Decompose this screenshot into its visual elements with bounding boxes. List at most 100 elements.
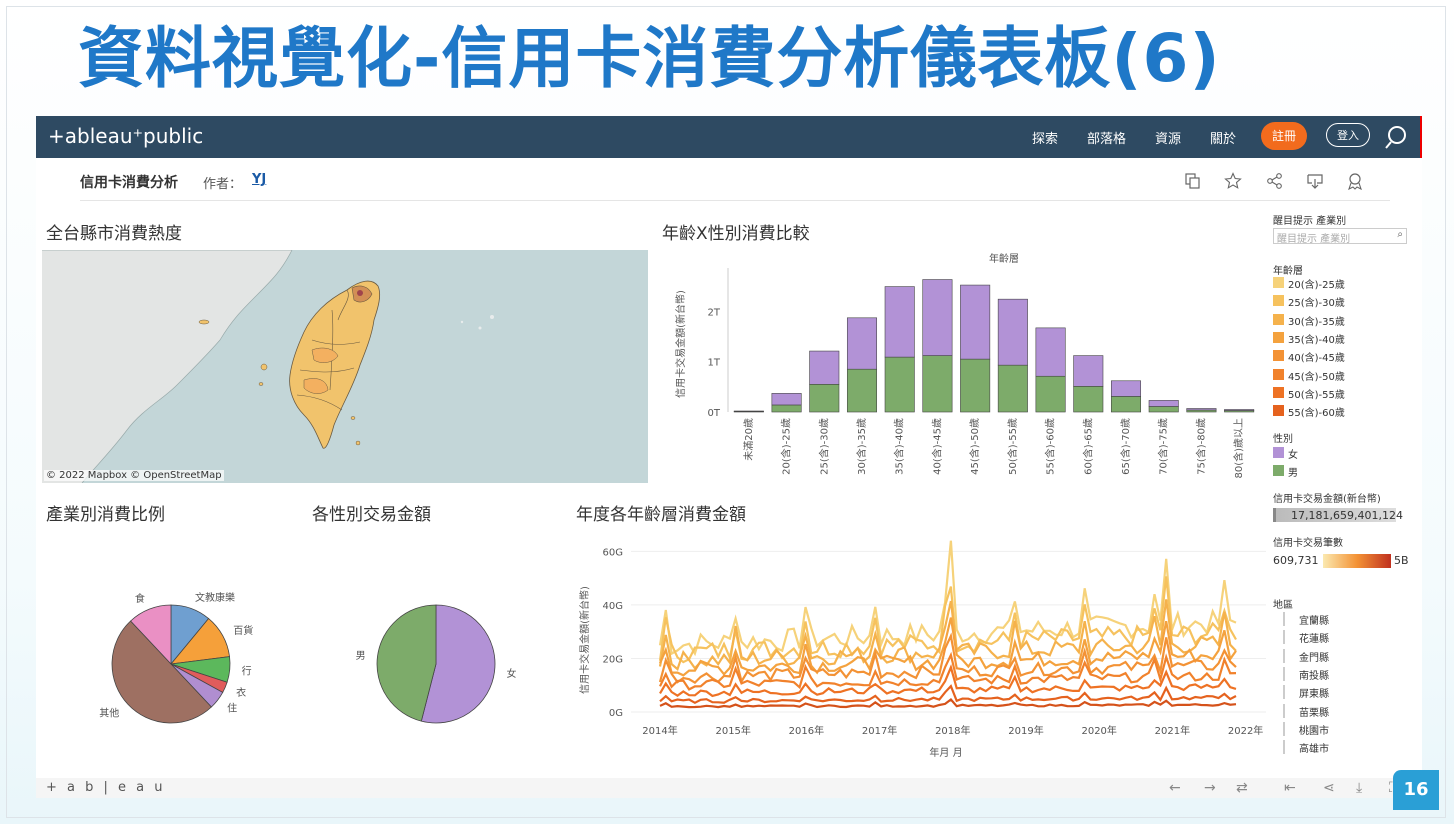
reset-icon[interactable]: ⇤	[1284, 780, 1296, 796]
badge-icon[interactable]	[1346, 172, 1364, 190]
tableau-public-logo[interactable]: +ableau⁺public	[48, 124, 203, 148]
pie-label: 男	[356, 650, 366, 662]
bar-segment[interactable]	[960, 284, 991, 360]
age-series-line[interactable]	[659, 684, 1237, 705]
gender-pie-chart[interactable]: 女男	[356, 566, 556, 766]
legend-swatch	[1273, 405, 1284, 417]
bar-segment[interactable]	[1035, 327, 1066, 377]
bar-segment[interactable]	[1110, 380, 1142, 397]
footer-tableau-logo[interactable]: + a b | e a u	[46, 780, 166, 795]
age-line-chart[interactable]: 信用卡交易金額(新台幣) 0G 20G 40G 60G 2014年 2015年 2016年…	[576, 528, 1266, 768]
tableau-footer: + a b | e a u ← → ⇄ ⇤ ⋖ ⤓ ⛶	[36, 778, 1422, 798]
pie-industry-title: 產業別消費比例	[46, 505, 165, 525]
download-icon[interactable]: ⤓	[1356, 780, 1362, 796]
region-legend-item[interactable]: 宜蘭縣	[1283, 612, 1329, 627]
login-button[interactable]: 登入	[1326, 123, 1370, 147]
bar-segment[interactable]	[1035, 375, 1066, 413]
kinmen[interactable]	[198, 319, 210, 325]
age-legend-title: 年齡層	[1273, 266, 1303, 277]
search-icon[interactable]: ⌕	[1397, 229, 1403, 240]
industry-filter-input[interactable]: 醒目提示 產業別 ⌕	[1273, 228, 1407, 245]
download-icon[interactable]	[1306, 172, 1324, 190]
bar-segment[interactable]	[1148, 406, 1179, 413]
page-number: 16	[1393, 770, 1439, 810]
nav-resources[interactable]: 資源	[1155, 128, 1181, 147]
age-legend: 20(含)-25歲 25(含)-30歲 30(含)-35歲 35(含)-40歲 40(含…	[1273, 276, 1413, 419]
line-x-tick: 2015年	[715, 724, 750, 737]
pie-label: 衣	[236, 686, 246, 699]
bar-segment[interactable]	[846, 368, 878, 413]
pie-label: 文教康樂	[195, 591, 235, 604]
taiwan-island[interactable]	[289, 280, 381, 449]
nav-about[interactable]: 關於	[1210, 128, 1236, 147]
bar-segment[interactable]	[1073, 386, 1104, 413]
penghu[interactable]	[260, 363, 268, 371]
bar-segment[interactable]	[960, 358, 991, 413]
legend-label: 40(含)-45歲	[1288, 353, 1345, 365]
bar-segment[interactable]	[884, 286, 915, 358]
author-label: 作者：	[203, 177, 243, 192]
bar-segment[interactable]	[1148, 400, 1179, 407]
bar-segment[interactable]	[1186, 409, 1217, 413]
search-icon[interactable]	[1384, 123, 1412, 151]
bar-segment[interactable]	[846, 317, 878, 370]
slide-title: 資料視覺化-信用卡消費分析儀表板(6)	[78, 20, 1221, 97]
nav-blog[interactable]: 部落格	[1087, 128, 1126, 147]
bar-segment[interactable]	[771, 404, 802, 413]
bar-segment[interactable]	[1110, 396, 1142, 413]
nav-explore[interactable]: 探索	[1032, 128, 1058, 147]
taipei-hotspot[interactable]	[357, 290, 363, 296]
legend-swatch	[1273, 465, 1284, 476]
age-gender-bar-chart[interactable]: 年齡層 信用卡交易金額(新台幣) 0T 1T 2T 未滿20歲 20(含)-25歲 25…	[658, 246, 1258, 492]
industry-pie-chart[interactable]: 文教康樂百貨行衣住 其他 食	[76, 566, 326, 766]
bar-segment[interactable]	[771, 393, 802, 406]
copy-icon[interactable]	[1184, 172, 1202, 190]
bar-segment[interactable]	[1186, 408, 1217, 411]
tableau-embed: +ableau⁺public 探索 部落格 資源 關於 註冊 登入 信用卡消費分…	[36, 116, 1422, 778]
region-legend-title: 地區	[1273, 600, 1293, 611]
region-legend-item[interactable]: 南投縣	[1283, 666, 1329, 682]
taiwan-map[interactable]: © 2022 Mapbox © OpenStreetMap	[42, 250, 648, 483]
legend-swatch	[1273, 350, 1284, 362]
count-legend-title: 信用卡交易筆數	[1273, 538, 1343, 549]
region-legend-item[interactable]: 高雄市	[1283, 740, 1329, 755]
region-legend-item[interactable]: 花蓮縣	[1283, 630, 1329, 645]
legend-label: 男	[1288, 468, 1298, 479]
line-x-tick: 2022年	[1228, 724, 1263, 737]
revert-icon[interactable]: ⇄	[1236, 780, 1248, 796]
redo-icon[interactable]: →	[1204, 780, 1216, 796]
line-y-tick: 0G	[609, 708, 623, 719]
author-link[interactable]: YJ	[252, 172, 266, 187]
legend-label: 35(含)-40歲	[1288, 334, 1345, 346]
region-legend-item[interactable]: 桃園市	[1283, 721, 1329, 737]
legend-swatch	[1273, 277, 1284, 288]
share-icon[interactable]: ⋖	[1323, 780, 1335, 796]
region-legend-item[interactable]: 屏東縣	[1283, 685, 1329, 700]
bar-segment[interactable]	[997, 364, 1028, 413]
region-legend-item[interactable]: 金門縣	[1283, 648, 1329, 664]
bar-segment[interactable]	[809, 350, 840, 385]
bar-segment[interactable]	[809, 383, 840, 413]
bar-segment[interactable]	[922, 355, 953, 413]
amount-value: 17,181,659,401,124	[1291, 509, 1403, 522]
map-canvas	[42, 250, 494, 483]
divider	[80, 200, 1390, 201]
line-y-axis-label: 信用卡交易金額(新台幣)	[578, 586, 591, 694]
bar-segment[interactable]	[884, 356, 915, 413]
star-icon[interactable]	[1224, 172, 1242, 190]
legend-label: 50(含)-55歲	[1288, 389, 1345, 401]
bar-segment[interactable]	[997, 298, 1028, 366]
bar-segment[interactable]	[1073, 355, 1104, 387]
region-legend-item[interactable]: 苗栗縣	[1283, 703, 1329, 719]
bar-segment[interactable]	[922, 279, 953, 356]
top-nav: +ableau⁺public 探索 部落格 資源 關於 註冊 登入	[36, 116, 1422, 158]
pie-label: 百貨	[233, 624, 253, 637]
bar-segment[interactable]	[733, 410, 764, 412]
bar-x-tick: 70(含)-75歲	[1157, 418, 1170, 475]
line-x-tick: 2014年	[642, 724, 677, 737]
share-icon[interactable]	[1266, 172, 1284, 190]
bar-segment[interactable]	[1224, 409, 1255, 411]
undo-icon[interactable]: ←	[1169, 780, 1181, 796]
china-coast	[42, 250, 292, 483]
register-button[interactable]: 註冊	[1261, 122, 1307, 150]
